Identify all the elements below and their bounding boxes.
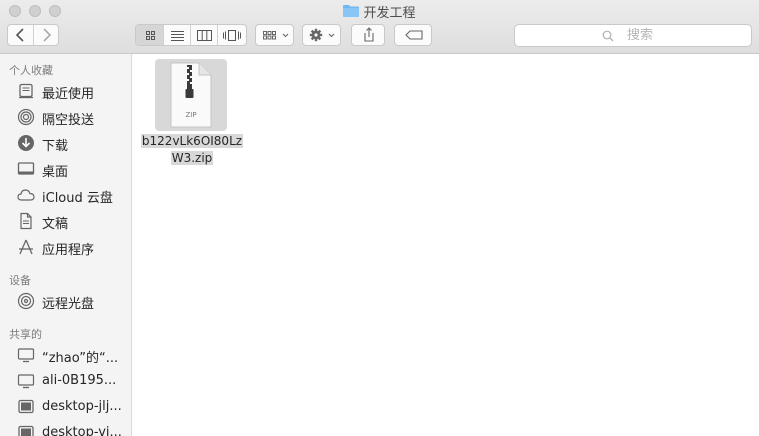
applications-icon [19,239,33,255]
chevron-right-icon [43,28,52,42]
action-button[interactable] [302,24,341,46]
sidebar-item-shared-4[interactable]: desktop-vi... [0,421,131,436]
search-input[interactable] [515,25,751,46]
nav-buttons [7,24,59,46]
computer-icon [17,348,35,363]
sidebar: 个人收藏 最近使用 隔空投送 下载 桌面 iCloud 云盘 文稿 应用程序 设… [0,54,132,436]
file-name[interactable]: b122vLk6OI80Lz W3.zip [140,133,244,167]
icon-view-icon [146,31,155,40]
sidebar-item-label: iCloud 云盘 [42,191,113,206]
sidebar-section-shared: 共享的 [9,328,42,341]
window-title: 开发工程 [0,2,759,21]
sidebar-item-label: 远程光盘 [42,297,95,312]
folder-icon [343,4,360,21]
sidebar-item-shared-1[interactable]: “zhao”的“... [0,343,131,367]
sidebar-item-label: 应用程序 [42,243,95,258]
column-view-icon [197,30,212,41]
zip-badge: ZIP [185,111,196,119]
sidebar-item-recents[interactable]: 最近使用 [0,79,131,103]
computer-icon [17,374,35,389]
sidebar-item-desktop[interactable]: 桌面 [0,157,131,181]
group-button[interactable] [255,24,294,46]
column-view-button[interactable] [191,25,218,45]
zip-file-icon: ZIP [170,62,212,128]
file-browser: ZIP b122vLk6OI80Lz W3.zip [132,54,759,436]
tag-icon [405,30,423,40]
sidebar-item-applications[interactable]: 应用程序 [0,235,131,259]
sidebar-item-label: 最近使用 [42,87,95,102]
tag-button[interactable] [394,24,432,46]
sidebar-item-label: desktop-jlj... [42,399,122,414]
computer-icon [18,399,34,414]
window-title-text: 开发工程 [363,6,416,21]
file-name-line-2: W3.zip [170,151,214,165]
cover-flow-icon [223,30,241,41]
share-icon [364,27,374,42]
grid-group-icon [263,31,289,40]
list-view-button[interactable] [164,25,191,45]
sidebar-section-favorites: 个人收藏 [9,64,53,77]
view-mode-selector [135,24,247,46]
sidebar-item-remote-disc[interactable]: 远程光盘 [0,289,131,313]
sidebar-item-label: 下载 [42,139,69,154]
sidebar-item-documents[interactable]: 文稿 [0,209,131,233]
file-name-line-1: b122vLk6OI80Lz [140,134,244,148]
search-field[interactable] [514,24,752,47]
sidebar-item-downloads[interactable]: 下载 [0,131,131,155]
sidebar-item-label: “zhao”的“... [42,351,119,366]
airdrop-icon [17,108,35,126]
icon-view-button[interactable] [136,25,164,45]
computer-icon [18,425,34,436]
sidebar-item-airdrop[interactable]: 隔空投送 [0,105,131,129]
sidebar-item-label: 文稿 [42,217,69,232]
documents-icon [20,212,32,230]
sidebar-item-label: desktop-vi... [42,425,122,436]
forward-button[interactable] [34,25,58,45]
sidebar-item-icloud[interactable]: iCloud 云盘 [0,183,131,207]
sidebar-item-label: 隔空投送 [42,113,95,128]
sidebar-item-label: ali-0B195... [42,373,117,388]
sidebar-item-shared-3[interactable]: desktop-jlj... [0,395,131,419]
cover-flow-view-button[interactable] [218,25,246,45]
remote-disc-icon [17,292,35,310]
sidebar-item-label: 桌面 [42,165,69,180]
gear-icon [309,28,335,42]
search-icon [602,30,614,42]
icloud-icon [17,189,35,201]
sidebar-section-devices: 设备 [9,274,31,287]
back-button[interactable] [8,25,34,45]
finder-window: 开发工程 搜索 个人收藏 最近使用 隔空投送 下载 桌面 iCloud 云盘 文… [0,0,759,436]
file-item[interactable]: ZIP [155,59,227,131]
list-view-icon [171,31,184,41]
chevron-left-icon [15,28,24,42]
share-button[interactable] [351,24,385,46]
desktop-icon [17,162,35,175]
titlebar: 开发工程 [0,0,759,54]
recents-icon [19,83,33,99]
downloads-icon [18,135,34,151]
sidebar-item-shared-2[interactable]: ali-0B195... [0,369,131,393]
